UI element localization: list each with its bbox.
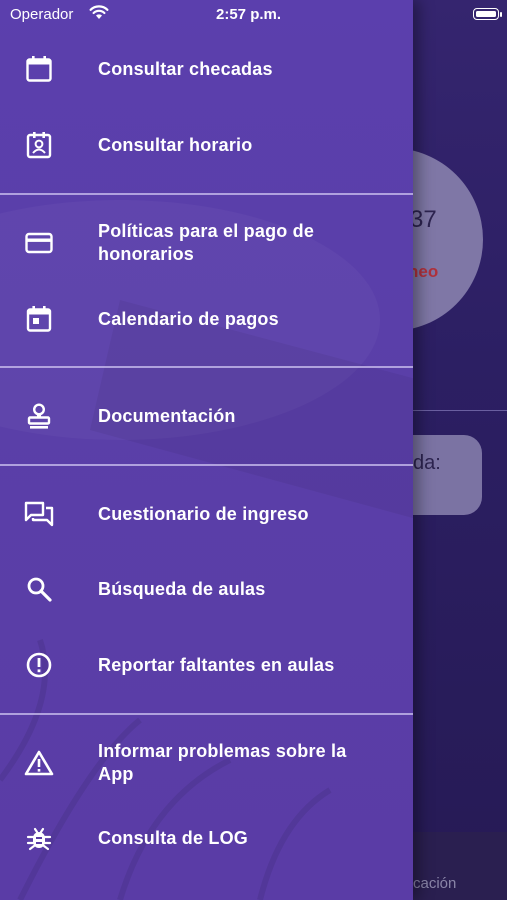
menu-item-calendario-pagos[interactable]: Calendario de pagos: [0, 284, 413, 354]
menu-divider: [0, 193, 413, 195]
summary-circle-number: 37: [410, 206, 437, 233]
menu-item-consultar-horario[interactable]: Consultar horario: [0, 110, 413, 180]
menu-divider: [0, 713, 413, 715]
menu-divider: [0, 366, 413, 368]
battery-icon: [473, 8, 499, 20]
bug-icon: [24, 823, 54, 853]
menu-item-label: Documentación: [98, 405, 236, 426]
chat-icon: [24, 499, 54, 529]
bottom-tab-label[interactable]: cación: [413, 875, 456, 892]
credit-card-icon: [24, 228, 54, 258]
carrier-label: Operador: [10, 6, 74, 23]
status-bar: Operador 2:57 p.m.: [0, 0, 507, 28]
navigation-drawer: Consultar checadas Consultar horario Pol…: [0, 0, 413, 900]
menu-item-label: Consulta de LOG: [98, 827, 249, 848]
stamp-icon: [24, 401, 54, 431]
menu-item-label: Reportar faltantes en aulas: [98, 654, 335, 675]
menu-item-label: Cuestionario de ingreso: [98, 503, 309, 524]
background-divider: [413, 410, 507, 411]
menu-item-label: Calendario de pagos: [98, 308, 279, 329]
menu-item-label: Políticas para el pago de honorarios: [98, 221, 315, 264]
menu-item-reportar-faltantes[interactable]: Reportar faltantes en aulas: [0, 630, 413, 700]
calendar-icon: [24, 54, 54, 84]
menu-item-consulta-log[interactable]: Consulta de LOG: [0, 803, 413, 873]
battery-tip: [500, 12, 502, 17]
warning-icon: [24, 748, 54, 778]
menu-item-documentacion[interactable]: Documentación: [0, 381, 413, 451]
menu-item-busqueda-aulas[interactable]: Búsqueda de aulas: [0, 554, 413, 624]
calendar-event-icon: [24, 304, 54, 334]
menu-item-label: Consultar checadas: [98, 58, 273, 79]
menu-item-politicas-pago[interactable]: Políticas para el pago de honorarios: [0, 208, 413, 278]
menu-item-cuestionario-ingreso[interactable]: Cuestionario de ingreso: [0, 479, 413, 549]
alert-circle-icon: [24, 650, 54, 680]
menu-item-consultar-checadas[interactable]: Consultar checadas: [0, 34, 413, 104]
menu-item-label: Consultar horario: [98, 134, 253, 155]
menu-divider: [0, 464, 413, 466]
search-icon: [24, 574, 54, 604]
clock: 2:57 p.m.: [216, 6, 282, 23]
background-card-text: da:: [413, 452, 441, 474]
menu-item-label: Informar problemas sobre la App: [98, 741, 347, 784]
badge-icon: [24, 130, 54, 160]
wifi-icon: [89, 5, 109, 24]
menu-item-label: Búsqueda de aulas: [98, 578, 266, 599]
menu-item-informar-problemas[interactable]: Informar problemas sobre la App: [0, 728, 413, 798]
